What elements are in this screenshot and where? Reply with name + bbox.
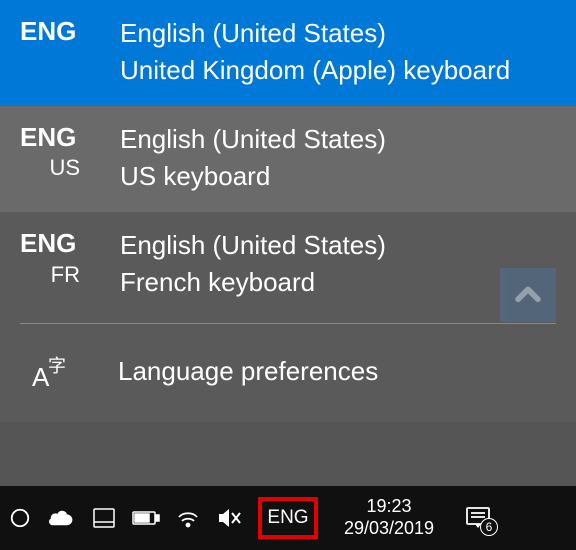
language-indicator[interactable]: ENG [258, 497, 318, 539]
language-subcode: US [49, 155, 120, 181]
language-code-col: ENG [20, 16, 120, 47]
language-indicator-label: ENG [267, 507, 308, 529]
taskbar: ENG 19:23 29/03/2019 6 [0, 486, 576, 550]
language-code-col: ENG US [20, 122, 120, 181]
language-preferences-label: Language preferences [118, 356, 378, 387]
keyboard-name: United Kingdom (Apple) keyboard [120, 53, 556, 88]
language-item-1[interactable]: ENG US English (United States) US keyboa… [0, 106, 576, 212]
clock-date: 29/03/2019 [344, 518, 434, 540]
chevron-up-icon[interactable] [500, 268, 556, 322]
language-name: English (United States) [120, 228, 556, 263]
notification-badge: 6 [480, 518, 498, 536]
clock-time: 19:23 [366, 496, 411, 518]
language-label-col: English (United States) French keyboard [120, 228, 556, 300]
touchpad-icon[interactable] [88, 502, 120, 534]
language-name: English (United States) [120, 122, 556, 157]
language-switcher-popup: ENG English (United States) United Kingd… [0, 0, 576, 422]
wifi-icon[interactable] [172, 502, 204, 534]
language-preferences-link[interactable]: A 字 Language preferences [0, 324, 576, 422]
action-center-icon[interactable]: 6 [458, 498, 498, 538]
cortana-icon[interactable] [4, 502, 36, 534]
language-subcode: FR [51, 262, 120, 288]
language-code-col: ENG FR [20, 228, 120, 287]
language-item-0[interactable]: ENG English (United States) United Kingd… [0, 0, 576, 106]
language-label-col: English (United States) United Kingdom (… [120, 16, 556, 88]
language-code: ENG [20, 228, 76, 259]
onedrive-icon[interactable] [46, 502, 78, 534]
language-label-col: English (United States) US keyboard [120, 122, 556, 194]
language-name: English (United States) [120, 16, 556, 51]
language-code: ENG [20, 16, 76, 47]
language-code: ENG [20, 122, 76, 153]
battery-icon[interactable] [130, 502, 162, 534]
volume-muted-icon[interactable] [214, 502, 246, 534]
keyboard-name: French keyboard [120, 265, 556, 300]
language-item-2[interactable]: ENG FR English (United States) French ke… [0, 212, 576, 318]
language-prefs-icon: A 字 [20, 352, 80, 392]
clock[interactable]: 19:23 29/03/2019 [334, 496, 444, 539]
svg-text:字: 字 [48, 356, 66, 376]
keyboard-name: US keyboard [120, 159, 556, 194]
notification-count: 6 [486, 520, 493, 534]
